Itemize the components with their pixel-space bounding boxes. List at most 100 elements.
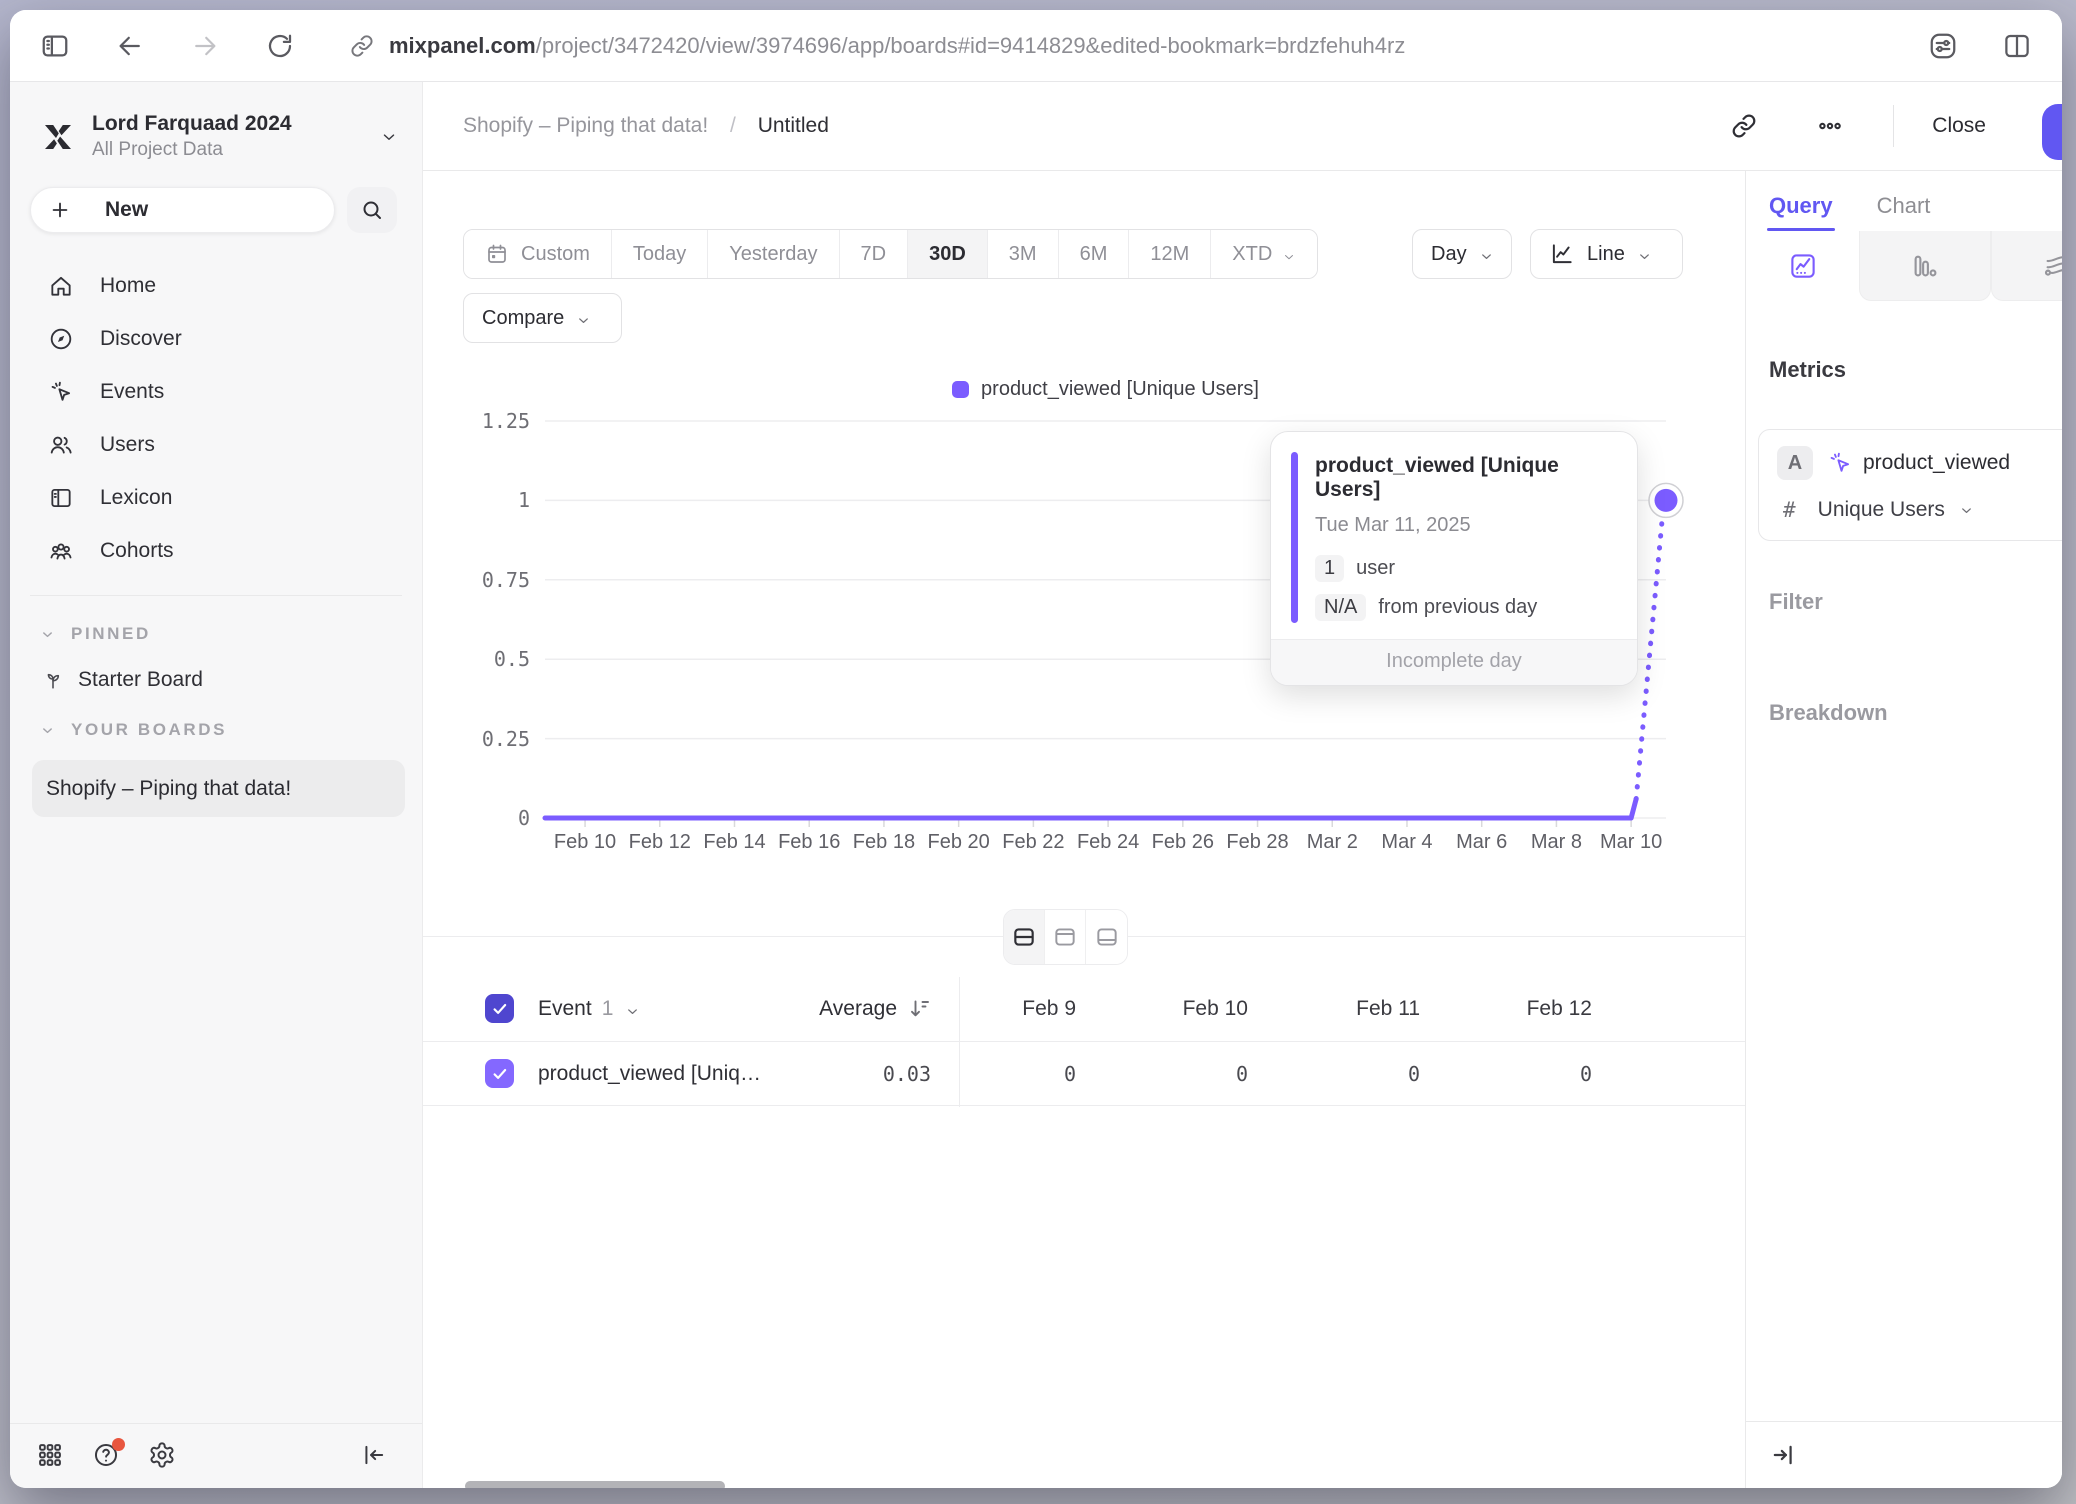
- search-button[interactable]: [347, 187, 397, 233]
- line-chart[interactable]: [423, 171, 1745, 1488]
- metrics-section-label: Metrics: [1746, 357, 2062, 383]
- range-7d-button[interactable]: 7D: [840, 230, 909, 278]
- sidebar-item-label: Events: [100, 380, 164, 404]
- row-event-name[interactable]: product_viewed [Uniq…: [538, 1062, 761, 1086]
- x-axis-tick-label: Feb 26: [1152, 831, 1214, 854]
- sidebar-item-events[interactable]: Events: [10, 365, 422, 418]
- board-name: Starter Board: [78, 668, 203, 692]
- apps-grid-icon[interactable]: [36, 1441, 66, 1471]
- your-boards-section-header[interactable]: YOUR BOARDS: [10, 692, 422, 740]
- row-checkbox[interactable]: [485, 1059, 514, 1088]
- sidebar-item-active-board[interactable]: Shopify – Piping that data!: [32, 760, 405, 817]
- range-3m-button[interactable]: 3M: [988, 230, 1059, 278]
- sidebar-actions: New: [10, 161, 422, 233]
- range-label: 12M: [1150, 243, 1189, 266]
- range-custom-button[interactable]: Custom: [464, 230, 612, 278]
- sidebar-item-cohorts[interactable]: Cohorts: [10, 524, 422, 577]
- query-panel-footer: [1746, 1421, 2062, 1488]
- tab-chart[interactable]: Chart: [1877, 193, 1931, 231]
- report-type-funnels-tab[interactable]: [1859, 231, 1991, 301]
- pinned-section-header[interactable]: PINNED: [10, 596, 422, 644]
- x-axis-tick-label: Feb 10: [554, 831, 616, 854]
- report-type-flows-tab[interactable]: [1991, 231, 2062, 301]
- report-header: Shopify – Piping that data! / Untitled C…: [423, 82, 2062, 170]
- sidebar-item-label: Discover: [100, 327, 182, 351]
- date-column-header[interactable]: Feb 12: [1475, 997, 1647, 1021]
- range-30d-button[interactable]: 30D: [908, 230, 988, 278]
- tooltip-series-bar: [1291, 452, 1298, 623]
- layout-split-toggle[interactable]: [1004, 910, 1045, 964]
- range-yesterday-button[interactable]: Yesterday: [708, 230, 839, 278]
- range-6m-button[interactable]: 6M: [1059, 230, 1130, 278]
- layout-toggle-group: [1003, 909, 1128, 965]
- date-column-header[interactable]: Feb 9: [959, 997, 1131, 1021]
- sidebar-item-starter-board[interactable]: Starter Board: [10, 644, 422, 692]
- sidebar-item-home[interactable]: Home: [10, 259, 422, 312]
- compare-button[interactable]: Compare: [463, 293, 622, 343]
- new-button[interactable]: New: [30, 187, 335, 233]
- date-column-header[interactable]: Feb 11: [1303, 997, 1475, 1021]
- range-label: 3M: [1009, 243, 1037, 266]
- chevron-down-icon: [40, 627, 55, 642]
- average-header[interactable]: Average: [819, 997, 959, 1021]
- breadcrumb-board[interactable]: Shopify – Piping that data!: [463, 114, 708, 137]
- report-type-insights-tab[interactable]: [1746, 231, 1859, 301]
- y-axis-tick-label: 0.5: [460, 647, 530, 671]
- collapse-sidebar-icon[interactable]: [360, 1441, 390, 1471]
- forward-icon[interactable]: [190, 31, 220, 61]
- save-button[interactable]: [2042, 104, 2062, 160]
- split-view-icon[interactable]: [2002, 31, 2032, 61]
- sidebar-item-discover[interactable]: Discover: [10, 312, 422, 365]
- chart-type-button[interactable]: Line: [1530, 229, 1683, 279]
- chevron-down-icon: [625, 1001, 640, 1016]
- more-options-icon[interactable]: [1815, 111, 1845, 141]
- select-all-checkbox[interactable]: [485, 994, 514, 1023]
- sort-icon: [907, 997, 931, 1021]
- sidebar-item-users[interactable]: Users: [10, 418, 422, 471]
- range-xtd-button[interactable]: XTD: [1211, 230, 1317, 278]
- row-values: 0000: [959, 1062, 1647, 1086]
- copy-link-icon[interactable]: [1729, 111, 1759, 141]
- x-axis-tick-label: Mar 8: [1531, 831, 1582, 854]
- event-column-label[interactable]: Event: [538, 997, 592, 1021]
- date-range-control: CustomTodayYesterday7D 30D 3M 6M 12M XTD: [463, 229, 1318, 279]
- event-count: 1: [602, 997, 614, 1021]
- sidebar-item-lexicon[interactable]: Lexicon: [10, 471, 422, 524]
- tooltip-value-unit: user: [1356, 557, 1395, 580]
- collapse-panel-icon[interactable]: [1769, 1441, 1797, 1469]
- granularity-button[interactable]: Day: [1412, 229, 1512, 279]
- check-icon: [490, 999, 510, 1019]
- breakdown-section-label[interactable]: Breakdown: [1746, 700, 1888, 726]
- link-icon: [347, 31, 377, 61]
- breadcrumb-page[interactable]: Untitled: [758, 114, 829, 137]
- tab-query[interactable]: Query: [1769, 193, 1833, 231]
- browser-sidebar-toggle-icon[interactable]: [40, 31, 70, 61]
- chart-type-label: Line: [1587, 243, 1625, 266]
- close-button[interactable]: Close: [1932, 114, 1986, 138]
- gear-icon[interactable]: [148, 1441, 178, 1471]
- y-axis-tick-label: 0.75: [460, 568, 530, 592]
- metric-aggregation-row[interactable]: # Unique Users: [1777, 498, 2062, 522]
- address-bar[interactable]: mixpanel.com/project/3472420/view/397469…: [347, 31, 1928, 61]
- chart-legend[interactable]: product_viewed [Unique Users]: [545, 378, 1666, 401]
- back-icon[interactable]: [115, 31, 145, 61]
- layout-chart-only-toggle[interactable]: [1045, 910, 1086, 964]
- filter-section-label[interactable]: Filter: [1746, 589, 1823, 615]
- browser-settings-icon[interactable]: [1928, 31, 1958, 61]
- reload-icon[interactable]: [265, 31, 295, 61]
- breadcrumb: Shopify – Piping that data! / Untitled: [463, 114, 829, 138]
- x-axis-tick-label: Mar 10: [1600, 831, 1662, 854]
- layout-table-only-toggle[interactable]: [1086, 910, 1127, 964]
- horizontal-scrollbar[interactable]: [465, 1481, 725, 1488]
- range-12m-button[interactable]: 12M: [1129, 230, 1211, 278]
- range-today-button[interactable]: Today: [612, 230, 708, 278]
- workspace-switcher[interactable]: Lord Farquaad 2024 All Project Data: [10, 82, 422, 161]
- range-label: XTD: [1232, 243, 1272, 266]
- sidebar-item-label: Home: [100, 274, 156, 298]
- date-column-header[interactable]: Feb 10: [1131, 997, 1303, 1021]
- help-icon[interactable]: [92, 1441, 122, 1471]
- events-icon: [48, 379, 74, 405]
- range-label: 30D: [929, 243, 966, 266]
- sprout-icon: [42, 669, 64, 691]
- metric-card[interactable]: A product_viewed # Unique Users: [1758, 429, 2062, 541]
